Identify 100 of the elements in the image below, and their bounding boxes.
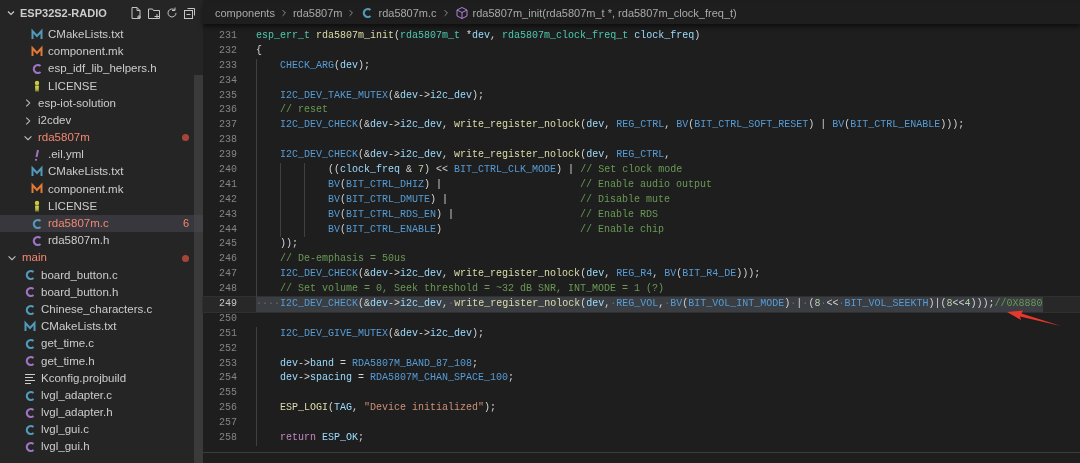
- line-number: 249: [218, 297, 237, 312]
- line-number: 236: [218, 103, 237, 118]
- line-number: 245: [218, 237, 237, 252]
- new-folder-icon[interactable]: [147, 6, 161, 20]
- code-line: return ESP_OK;: [280, 431, 365, 446]
- file-item[interactable]: board_button.c: [0, 266, 203, 284]
- new-file-icon[interactable]: [129, 6, 143, 20]
- line-number: 258: [218, 431, 237, 446]
- line-number: 237: [218, 118, 237, 133]
- line-number: 250: [218, 311, 237, 326]
- line-number: 238: [218, 133, 237, 148]
- file-item[interactable]: LICENSE: [0, 197, 203, 216]
- code-line: BV(BIT_CTRL_ENABLE) // Enable chip: [328, 222, 665, 237]
- code-line: esp_err_t rda5807m_init(rda5807m_t *dev, rda5807m_clock_freq_t clock_freq): [256, 29, 701, 43]
- file-item[interactable]: lvgl_gui.h: [0, 438, 203, 456]
- c-file-icon: [23, 440, 37, 455]
- file-item[interactable]: rda5807m.h: [0, 232, 203, 250]
- collapse-all-icon[interactable]: [183, 6, 197, 20]
- c-file-icon: [23, 285, 37, 300]
- c-file-icon: [23, 388, 37, 403]
- chevron-down-icon[interactable]: [6, 8, 16, 18]
- line-number: 232: [218, 43, 237, 58]
- line-number: 246: [218, 252, 237, 267]
- line-number: 244: [218, 222, 237, 237]
- line-number: 231: [218, 29, 237, 43]
- code-line: dev->band = RDA5807M_BAND_87_108;: [280, 356, 479, 371]
- cube-icon: [454, 6, 469, 20]
- c-file-icon: [23, 405, 37, 420]
- problem-count: 6: [182, 216, 189, 232]
- file-item[interactable]: lvgl_adapter.h: [0, 404, 203, 422]
- code-line: I2C_DEV_CHECK(&dev->i2c_dev, write_register_nolock(dev, REG_CTRL, BV(BIT_CTRL_SOFT_RESET) | BV(BIT_CTRL_ENABLE)));: [280, 118, 965, 133]
- file-item[interactable]: component.mk: [0, 180, 203, 198]
- code-line: CHECK_ARG(dev);: [280, 58, 371, 73]
- code-line: I2C_DEV_CHECK(&dev->i2c_dev, write_register_nolock(dev, REG_R4, BV(BIT_R4_DE)));: [280, 267, 761, 282]
- c-file-icon: [23, 336, 37, 351]
- file-item[interactable]: CMakeLists.txt: [0, 26, 203, 44]
- file-item[interactable]: get_time.c: [0, 335, 203, 353]
- file-item[interactable]: lvgl_gui.c: [0, 421, 203, 439]
- breadcrumb-item[interactable]: rda5807m_init(rda5807m_t *, rda5807m_clock_freq_t): [472, 4, 737, 22]
- folder-item[interactable]: rda5807m: [0, 129, 203, 147]
- code-line: BV(BIT_CTRL_DHIZ) | // Enable audio output: [328, 177, 713, 192]
- line-number: 257: [218, 416, 237, 431]
- file-item[interactable]: LICENSE: [0, 77, 203, 95]
- line-number: 251: [218, 326, 237, 341]
- breadcrumb-item[interactable]: rda5807m: [292, 4, 343, 22]
- line-number: 256: [218, 401, 237, 416]
- file-item[interactable]: .eil.yml: [0, 146, 203, 164]
- file-item[interactable]: CMakeLists.txt: [0, 318, 203, 336]
- line-number: 252: [218, 341, 237, 356]
- line-number: 233: [218, 58, 237, 73]
- c-file-icon: [30, 233, 44, 248]
- code-line: I2C_DEV_TAKE_MUTEX(&dev->i2c_dev);: [280, 88, 485, 103]
- code-line: BV(BIT_CTRL_DMUTE) | // Disable mute: [328, 192, 671, 207]
- scrollbar-thumb[interactable]: [194, 75, 203, 463]
- file-item[interactable]: board_button.h: [0, 283, 203, 301]
- line-number: 242: [218, 192, 237, 207]
- c-file-icon: [30, 216, 44, 231]
- code-line: ((clock_freq & 7) << BIT_CTRL_CLK_MODE) | // Set clock mode: [328, 163, 683, 177]
- folder-item[interactable]: i2cdev: [0, 111, 203, 130]
- breadcrumb-item[interactable]: rda5807m.c: [378, 4, 437, 22]
- code-line: I2C_DEV_GIVE_MUTEX(&dev->i2c_dev);: [280, 326, 485, 341]
- line-number: 247: [218, 267, 237, 282]
- breadcrumb-item[interactable]: components: [215, 4, 275, 22]
- line-number: 235: [218, 88, 237, 103]
- code-line: // reset: [280, 103, 328, 118]
- c-file-icon: [23, 302, 37, 317]
- line-number: 240: [218, 163, 237, 177]
- folder-item[interactable]: esp-iot-solution: [0, 94, 203, 112]
- code-line: BV(BIT_CTRL_RDS_EN) | // Enable RDS: [328, 207, 659, 222]
- code-line: // De-emphasis = 50us: [280, 252, 407, 267]
- file-item[interactable]: esp_idf_lib_helpers.h: [0, 60, 203, 78]
- line-number: 234: [218, 73, 237, 88]
- file-item[interactable]: Chinese_characters.c: [0, 301, 203, 319]
- code-line: I2C_DEV_CHECK(&dev->i2c_dev, write_register_nolock(dev, REG_CTRL,: [280, 148, 671, 163]
- explorer-title: ESP32S2-RADIO: [20, 5, 108, 21]
- line-number: 253: [218, 356, 237, 371]
- code-line: dev->spacing = RDA5807M_CHAN_SPACE_100;: [280, 371, 515, 386]
- refresh-icon[interactable]: [165, 6, 179, 20]
- file-item[interactable]: CMakeLists.txt: [0, 163, 203, 181]
- c-file-icon: [23, 422, 37, 437]
- m-file-icon: [30, 44, 44, 59]
- file-item[interactable]: rda5807m.c 6: [0, 215, 203, 233]
- code-line: ));: [280, 237, 298, 252]
- code-line: ESP_LOGI(TAG, "Device initialized");: [280, 401, 497, 416]
- line-number: 239: [218, 148, 237, 163]
- line-number: 254: [218, 371, 237, 386]
- c-file-icon: [23, 354, 37, 369]
- file-item[interactable]: lvgl_adapter.c: [0, 386, 203, 405]
- line-number: 243: [218, 207, 237, 222]
- folder-item[interactable]: main: [0, 249, 203, 267]
- m-file-icon: [23, 319, 37, 334]
- code-line: {: [256, 43, 262, 58]
- line-number: 255: [218, 386, 237, 401]
- file-item[interactable]: component.mk: [0, 43, 203, 61]
- m-file-icon: [30, 27, 44, 42]
- file-item[interactable]: get_time.h: [0, 352, 203, 370]
- lines-icon: [23, 371, 37, 386]
- file-item[interactable]: Kconfig.projbuild: [0, 369, 203, 387]
- c-file-icon: [23, 268, 37, 283]
- c-file-icon: [30, 61, 44, 76]
